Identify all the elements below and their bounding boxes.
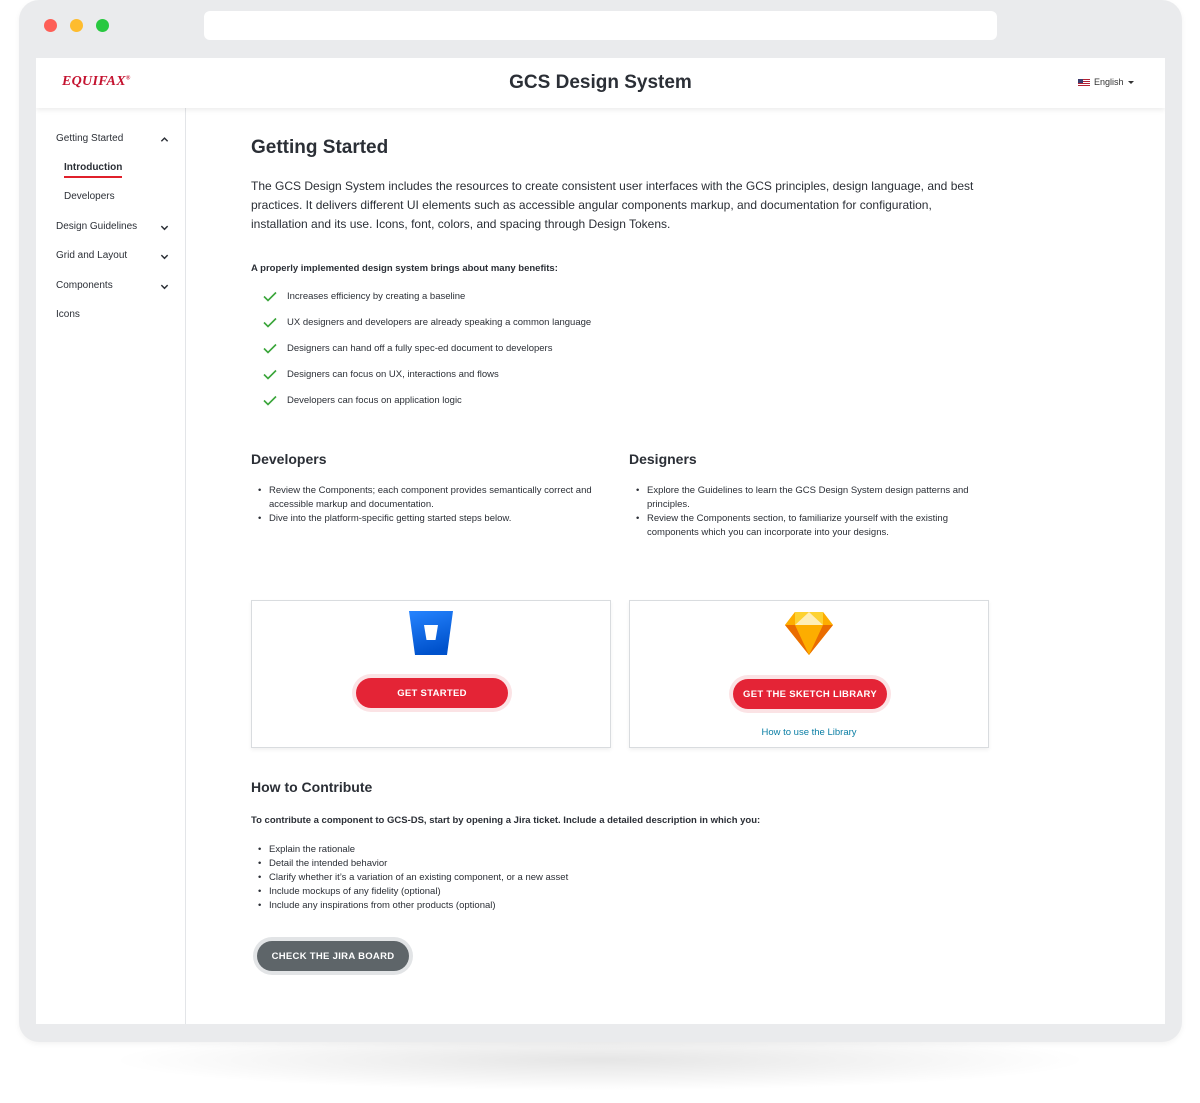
list-item: Explain the rationale — [251, 843, 851, 857]
bitbucket-icon — [409, 611, 453, 655]
benefit-item: Designers can focus on UX, interactions … — [263, 369, 499, 380]
how-to-use-library-link[interactable]: How to use the Library — [630, 727, 988, 738]
contribute-intro: To contribute a component to GCS-DS, sta… — [251, 815, 761, 826]
top-header: EQUIFAX® GCS Design System English — [36, 58, 1165, 108]
check-icon — [263, 369, 277, 380]
developers-card: GET STARTED — [251, 600, 611, 748]
minimize-window-button[interactable] — [70, 19, 83, 32]
benefit-item: Increases efficiency by creating a basel… — [263, 291, 465, 302]
benefit-item: Developers can focus on application logi… — [263, 395, 462, 406]
chevron-down-icon[interactable] — [160, 223, 169, 232]
designers-card: GET THE SKETCH LIBRARY How to use the Li… — [629, 600, 989, 748]
sidebar-item-icons[interactable]: Icons — [56, 309, 80, 320]
benefits-heading: A properly implemented design system bri… — [251, 263, 558, 274]
list-item: Explore the Guidelines to learn the GCS … — [629, 484, 984, 512]
maximize-window-button[interactable] — [96, 19, 109, 32]
list-item: Include any inspirations from other prod… — [251, 899, 851, 913]
list-item: Clarify whether it’s a variation of an e… — [251, 871, 851, 885]
designers-list: Explore the Guidelines to learn the GCS … — [629, 484, 984, 540]
chevron-down-icon[interactable] — [160, 282, 169, 291]
us-flag-icon — [1078, 78, 1090, 86]
benefit-text: Developers can focus on application logi… — [287, 395, 462, 406]
benefit-text: Increases efficiency by creating a basel… — [287, 291, 466, 302]
list-item: Review the Components; each component pr… — [251, 484, 606, 512]
address-bar[interactable] — [204, 11, 997, 40]
list-item: Review the Components section, to famili… — [629, 512, 984, 540]
caret-down-icon — [1127, 80, 1134, 84]
app-title: GCS Design System — [509, 72, 692, 93]
page-viewport: EQUIFAX® GCS Design System English Getti… — [36, 58, 1165, 1024]
benefit-item: UX designers and developers are already … — [263, 317, 591, 328]
list-item: Dive into the platform-specific getting … — [251, 512, 606, 526]
list-item: Detail the intended behavior — [251, 857, 851, 871]
developers-list: Review the Components; each component pr… — [251, 484, 606, 526]
sidebar-nav: Getting Started Introduction Developers … — [36, 108, 186, 1024]
sidebar-item-getting-started[interactable]: Getting Started — [56, 133, 123, 144]
check-icon — [263, 343, 277, 354]
benefit-text: UX designers and developers are already … — [287, 317, 592, 328]
check-icon — [263, 317, 277, 328]
sidebar-item-design-guidelines[interactable]: Design Guidelines — [56, 221, 137, 232]
sidebar-item-components[interactable]: Components — [56, 280, 113, 291]
benefit-text: Designers can hand off a fully spec-ed d… — [287, 343, 553, 354]
benefit-item: Designers can hand off a fully spec-ed d… — [263, 343, 552, 354]
get-sketch-library-button[interactable]: GET THE SKETCH LIBRARY — [733, 679, 887, 709]
list-item: Include mockups of any fidelity (optiona… — [251, 885, 851, 899]
page-title: Getting Started — [251, 137, 389, 158]
check-icon — [263, 395, 277, 406]
sketch-icon — [785, 612, 833, 655]
language-selector[interactable]: English — [1078, 77, 1134, 87]
check-icon — [263, 291, 277, 302]
sidebar-item-grid-and-layout[interactable]: Grid and Layout — [56, 250, 127, 261]
chevron-up-icon[interactable] — [160, 135, 169, 144]
browser-window: EQUIFAX® GCS Design System English Getti… — [19, 0, 1182, 1042]
check-jira-board-button[interactable]: CHECK THE JIRA BOARD — [257, 941, 409, 971]
developers-heading: Developers — [251, 451, 327, 467]
contribute-heading: How to Contribute — [251, 779, 373, 795]
sidebar-item-introduction[interactable]: Introduction — [64, 162, 123, 178]
language-label: English — [1094, 77, 1124, 87]
get-started-button[interactable]: GET STARTED — [356, 678, 508, 708]
contribute-list: Explain the rationale Detail the intende… — [251, 843, 851, 913]
chevron-down-icon[interactable] — [160, 252, 169, 261]
designers-heading: Designers — [629, 451, 697, 467]
sidebar-item-developers[interactable]: Developers — [64, 191, 115, 202]
close-window-button[interactable] — [44, 19, 57, 32]
benefit-text: Designers can focus on UX, interactions … — [287, 369, 499, 380]
intro-paragraph: The GCS Design System includes the resou… — [251, 179, 974, 231]
